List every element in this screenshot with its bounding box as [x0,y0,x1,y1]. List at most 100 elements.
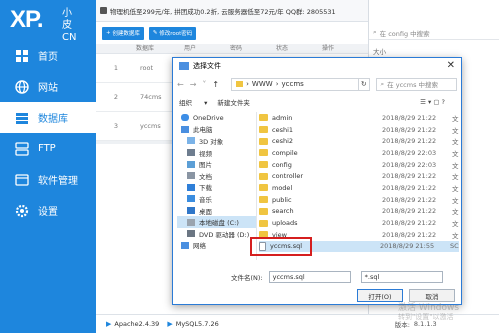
tree-item-label: 图片 [199,161,212,170]
sidebar-item-software[interactable]: 软件管理 [0,164,96,195]
sidebar-item-website[interactable]: 网站 [0,71,96,102]
file-type: 文 [452,149,459,158]
file-row[interactable]: ceshi2 2018/8/29 21:22 文 [259,135,459,147]
tree-item-3d[interactable]: 3D 对象 [177,135,256,147]
tree-item-local-disk[interactable]: 本地磁盘 (C:) [177,216,256,228]
file-date: 2018/8/29 21:22 [382,207,437,216]
up-icon[interactable]: ↑ [212,80,219,89]
tree-item-documents[interactable]: 文档 [177,170,256,182]
tree-item-network[interactable]: 网络 [177,240,256,252]
tree-item-label: 视频 [199,149,212,158]
open-button[interactable]: 打开(O) [357,289,403,302]
breadcrumb-item[interactable]: yccms [282,80,304,88]
apache-service[interactable]: ▶ Apache2.4.39 [106,320,159,328]
file-row[interactable]: config 2018/8/29 22:03 文 [259,159,459,171]
background-search-input[interactable]: ⌕ 在 config 中搜索 [369,26,499,40]
tree-item-label: 音乐 [199,195,212,204]
breadcrumb-sep: › [246,80,249,88]
tree-item-label: 文档 [199,172,212,181]
forward-icon[interactable]: → [190,80,197,89]
filename-input[interactable]: yccms.sql [268,270,351,283]
file-row[interactable]: search 2018/8/29 21:22 文 [259,206,459,218]
tree-item-this-pc[interactable]: 此电脑 [177,124,256,136]
create-database-button[interactable]: + 创建数据库 [102,26,144,40]
tree-item-label: 3D 对象 [199,137,224,146]
dvd-icon [187,230,195,238]
chevron-down-icon[interactable]: ˅ [202,80,206,89]
tree-item-dvd[interactable]: DVD 驱动器 (D:) [177,228,256,240]
file-row[interactable]: uploads 2018/8/29 21:22 文 [259,217,459,229]
view-options-icon[interactable]: ☰ ▾ ▢ ? [420,98,445,106]
tree-item-desktop[interactable]: 桌面 [177,205,256,217]
file-row[interactable]: public 2018/8/29 21:22 文 [259,194,459,206]
file-type: 文 [452,196,459,205]
close-icon[interactable]: ✕ [447,60,455,71]
filetype-value: *.sql [364,272,380,281]
dialog-title-bar: 选择文件 ✕ [173,58,461,74]
create-database-label: 创建数据库 [112,31,140,37]
file-date: 2018/8/29 22:03 [382,160,437,169]
file-row[interactable]: ceshi1 2018/8/29 21:22 文 [259,124,459,136]
tree-item-label: 本地磁盘 (C:) [199,219,239,228]
sidebar-nav: 首页 网站 数据库 FTP 软件管理 设置 [0,40,96,226]
breadcrumb-item[interactable]: WWW [252,80,273,88]
toolbar: + 创建数据库 ✎ 修改root密码 [96,22,368,44]
video-icon [187,149,195,157]
back-icon[interactable]: ← [177,80,184,89]
mysql-service[interactable]: ▶ MySQL5.7.26 [167,320,218,328]
column-header: 密码 [230,45,243,52]
tree-item-videos[interactable]: 视频 [177,147,256,159]
column-header: 状态 [276,45,289,52]
filename-value: yccms.sql [272,272,305,281]
file-row[interactable]: compile 2018/8/29 22:03 文 [259,147,459,159]
search-icon: ⌕ [373,28,377,36]
navigation-tree: OneDrive 此电脑 3D 对象 视频 图片 文档 下载 音乐 桌面 本地磁… [177,112,257,260]
folder-icon [259,114,268,122]
sidebar-item-settings[interactable]: 设置 [0,195,96,226]
dialog-toolbar: 组织 ▾ 新建文件夹 ☰ ▾ ▢ ? [179,96,457,108]
file-open-dialog: 选择文件 ✕ ← → ˅ ↑ › WWW › yccms ↻ ⌕ 在 yccms… [172,57,462,305]
path-breadcrumb[interactable]: › WWW › yccms [231,77,360,91]
file-row[interactable]: admin 2018/8/29 21:22 文 [259,112,459,124]
change-root-password-label: 修改root密码 [159,31,193,37]
sidebar-item-label: 设置 [38,207,58,218]
tree-item-label: 网络 [193,242,206,251]
folder-icon [259,184,268,192]
file-name: search [272,207,294,216]
file-name: public [272,195,292,204]
sidebar-item-home[interactable]: 首页 [0,40,96,71]
refresh-icon[interactable]: ↻ [359,77,370,91]
file-date: 2018/8/29 22:03 [382,148,437,157]
file-row[interactable]: controller 2018/8/29 21:22 文 [259,170,459,182]
tree-item-music[interactable]: 音乐 [177,193,256,205]
row-id: 3 [113,122,119,130]
computer-icon [181,125,189,133]
file-type: 文 [452,220,459,229]
tree-item-label: 下载 [199,184,212,193]
file-date: 2018/8/29 21:22 [382,125,437,134]
file-date: 2018/8/29 21:22 [382,113,437,122]
apache-label: Apache2.4.39 [114,320,160,328]
file-type: 文 [452,173,459,182]
dialog-search-input[interactable]: ⌕ 在 yccms 中搜索 [375,77,457,91]
folder-icon [259,126,268,134]
file-name: ceshi2 [272,137,294,146]
sidebar-item-label: 数据库 [38,114,68,125]
file-type: 文 [452,126,459,135]
filetype-select[interactable]: *.sql [360,270,443,283]
tree-item-pictures[interactable]: 图片 [177,158,256,170]
play-icon: ▶ [167,320,173,328]
organize-button[interactable]: 组织 ▾ [179,97,207,107]
ftp-icon [14,141,30,157]
new-folder-button[interactable]: 新建文件夹 [217,97,250,107]
change-root-password-button[interactable]: ✎ 修改root密码 [148,26,197,40]
sidebar-item-ftp[interactable]: FTP [0,133,96,164]
sidebar: XP. 小皮 CN 首页 网站 数据库 FTP 软件管理 设置 [0,0,96,333]
apps-icon [14,172,30,188]
column-header: 用户 [184,45,197,52]
file-row[interactable]: model 2018/8/29 21:22 文 [259,182,459,194]
tree-item-downloads[interactable]: 下载 [177,182,256,194]
file-name: controller [272,172,304,181]
sidebar-item-database[interactable]: 数据库 [0,102,96,133]
tree-item-onedrive[interactable]: OneDrive [177,112,256,124]
